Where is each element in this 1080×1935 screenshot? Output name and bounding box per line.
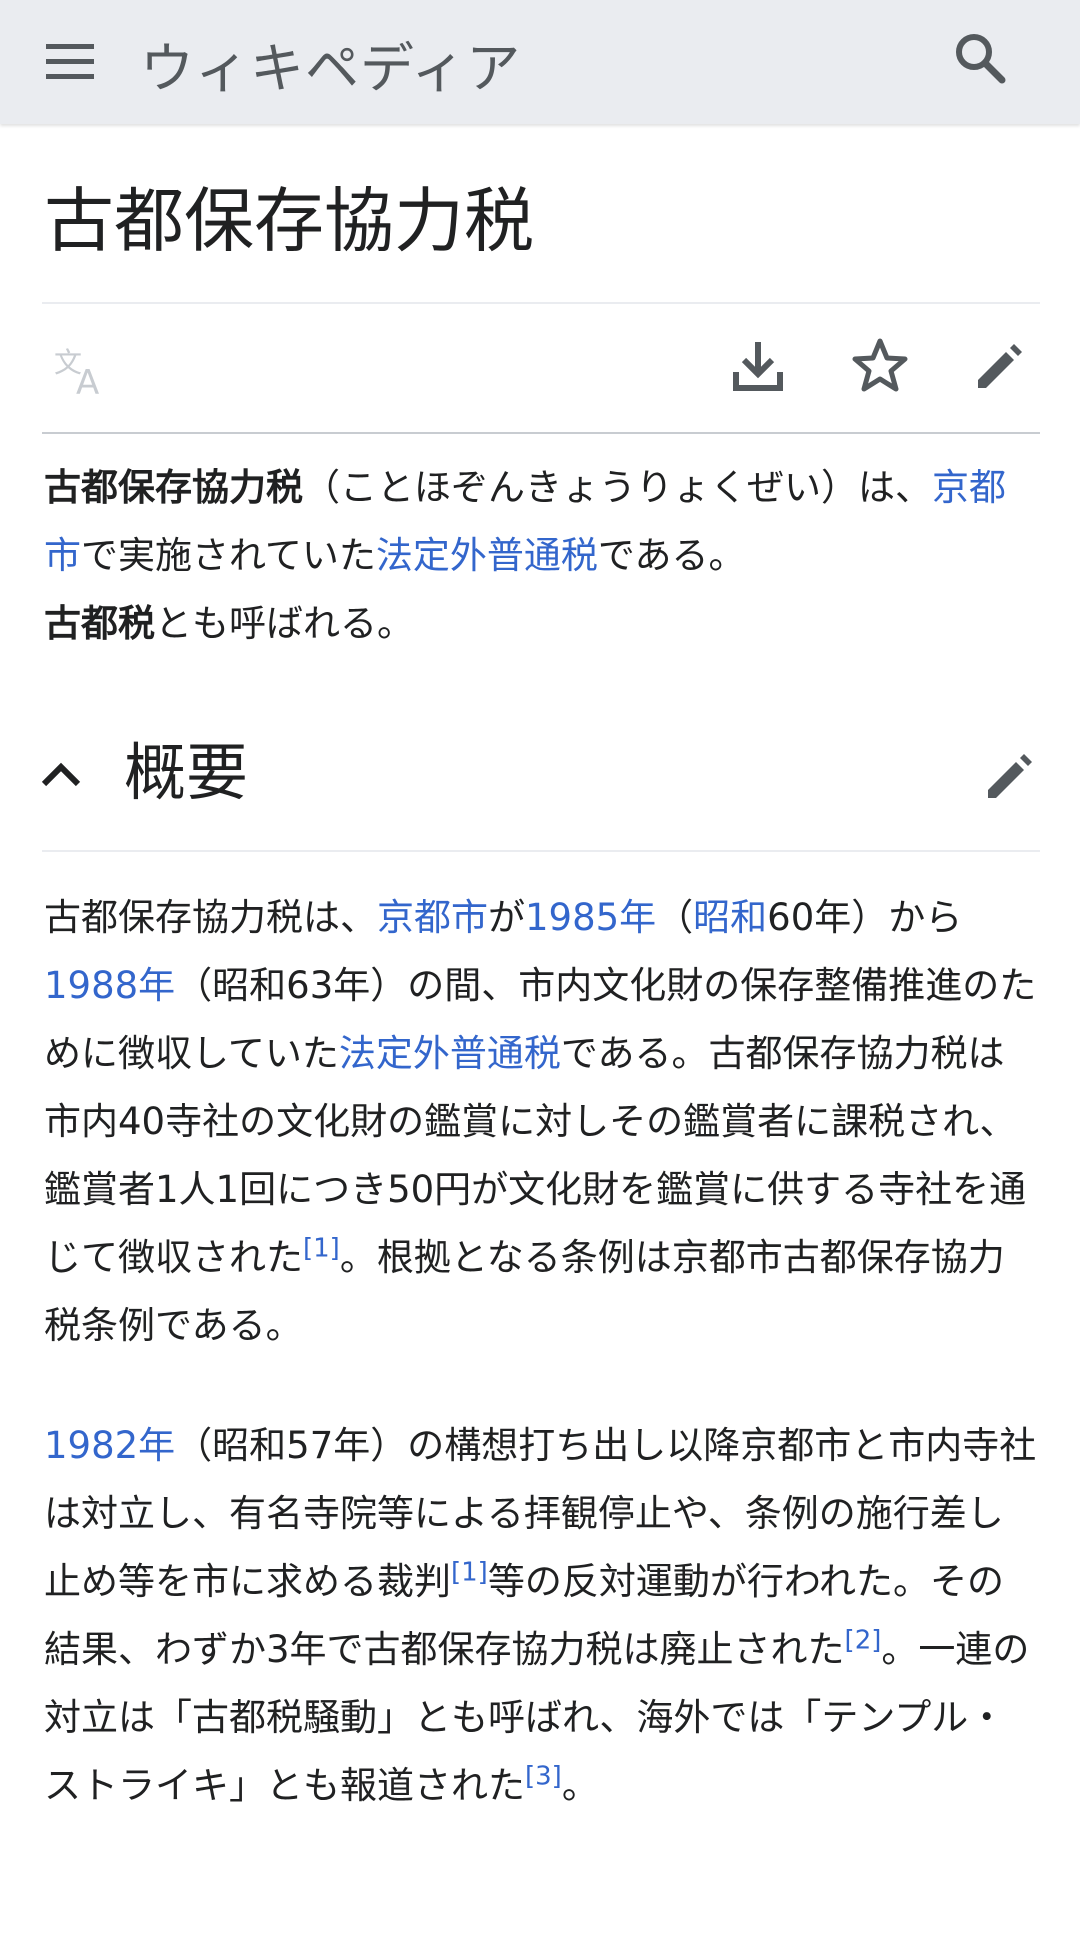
svg-text:A: A: [76, 363, 99, 398]
intro-term: 古都保存協力税: [44, 466, 303, 509]
intro-text-2: である。: [597, 534, 746, 577]
section-edit-pencil-icon[interactable]: [980, 746, 1040, 806]
link-showa[interactable]: 昭和: [693, 896, 767, 939]
section-divider: [42, 850, 1040, 852]
p1-text: が: [488, 896, 525, 939]
reference-link-3[interactable]: [3]: [525, 1762, 562, 1792]
link-1985[interactable]: 1985年: [525, 896, 656, 939]
intro-alias: 古都税: [44, 602, 155, 645]
title-divider: [42, 302, 1040, 304]
p2-text: 。: [561, 1764, 599, 1807]
link-non-statutory-tax[interactable]: 法定外普通税: [339, 1032, 561, 1075]
p1-text: （: [656, 896, 694, 939]
intro-text-3: とも呼ばれる。: [155, 602, 414, 645]
wikipedia-logo[interactable]: ウィキペディア: [140, 24, 521, 103]
link-1982[interactable]: 1982年: [44, 1424, 175, 1467]
link-kyoto-city[interactable]: 京都市: [377, 896, 488, 939]
reference-link-2[interactable]: [2]: [845, 1626, 882, 1656]
intro-paragraph: 古都保存協力税（ことほぞんきょうりょくぜい）は、京都市で実施されていた法定外普通…: [44, 454, 1040, 658]
toolbar-divider: [42, 432, 1040, 434]
app-header: ウィキペディア: [0, 0, 1080, 124]
section-paragraph-2: 1982年（昭和57年）の構想打ち出し以降京都市と市内寺社は対立し、有名寺院等に…: [44, 1412, 1040, 1820]
intro-text-1: で実施されていた: [81, 534, 376, 577]
section-title[interactable]: 概要: [124, 728, 248, 818]
chevron-up-icon[interactable]: [38, 752, 84, 798]
link-1988[interactable]: 1988年: [44, 964, 175, 1007]
section-paragraph-1: 古都保存協力税は、京都市が1985年（昭和60年）から1988年（昭和63年）の…: [44, 884, 1040, 1360]
p1-text: 古都保存協力税は、: [44, 896, 377, 939]
hamburger-menu-icon[interactable]: [40, 34, 100, 90]
star-icon[interactable]: [850, 336, 910, 396]
reference-link-1[interactable]: [1]: [451, 1558, 488, 1588]
reference-link-1[interactable]: [1]: [303, 1234, 340, 1264]
p1-text: 60年）から: [767, 896, 963, 939]
language-icon[interactable]: 文 A: [52, 342, 112, 398]
search-icon[interactable]: [948, 26, 1012, 90]
page-title: 古都保存協力税: [44, 180, 534, 262]
download-icon[interactable]: [728, 336, 788, 396]
link-non-statutory-tax[interactable]: 法定外普通税: [376, 534, 598, 577]
edit-pencil-icon[interactable]: [970, 336, 1030, 396]
intro-reading: （ことほぞんきょうりょくぜい）は、: [303, 466, 932, 509]
